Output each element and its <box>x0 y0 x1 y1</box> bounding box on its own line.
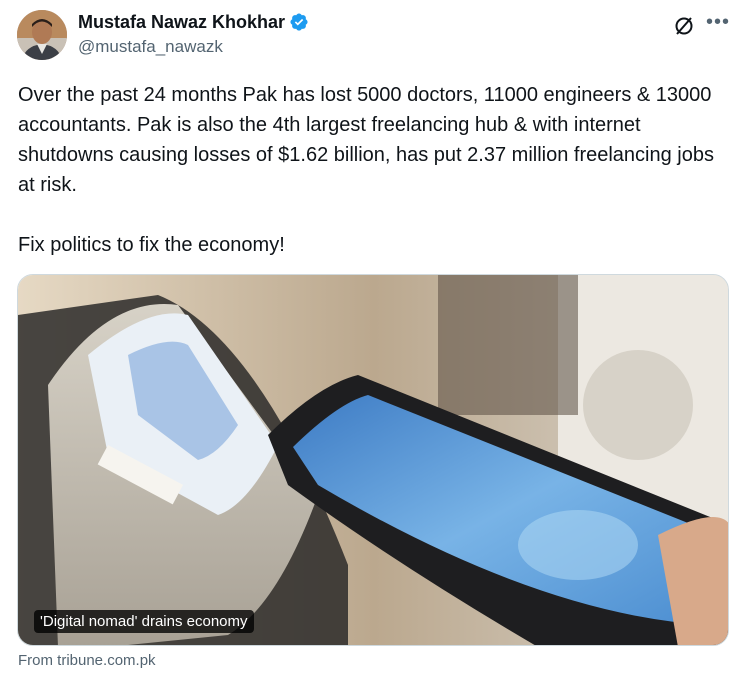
author-display-name[interactable]: Mustafa Nawaz Khokhar <box>78 12 285 33</box>
link-card-image[interactable]: 'Digital nomad' drains economy <box>17 274 729 646</box>
author-handle[interactable]: @mustafa_nawazk <box>78 37 309 57</box>
author-header: Mustafa Nawaz Khokhar @mustafa_nawazk <box>78 10 309 57</box>
avatar[interactable] <box>17 10 67 60</box>
tweet-post: Mustafa Nawaz Khokhar @mustafa_nawazk ••… <box>0 0 750 685</box>
tweet-text: Over the past 24 months Pak has lost 500… <box>18 80 733 260</box>
grok-icon[interactable] <box>672 14 696 38</box>
link-source[interactable]: From tribune.com.pk <box>18 652 156 669</box>
tweet-paragraph: Fix politics to fix the economy! <box>18 234 285 256</box>
tweet-paragraph: Over the past 24 months Pak has lost 500… <box>18 84 714 196</box>
verified-badge-icon[interactable] <box>289 12 309 32</box>
more-options-icon[interactable]: ••• <box>706 12 730 36</box>
card-photo <box>18 275 728 645</box>
link-card-caption: 'Digital nomad' drains economy <box>34 610 254 633</box>
name-row: Mustafa Nawaz Khokhar <box>78 10 309 34</box>
